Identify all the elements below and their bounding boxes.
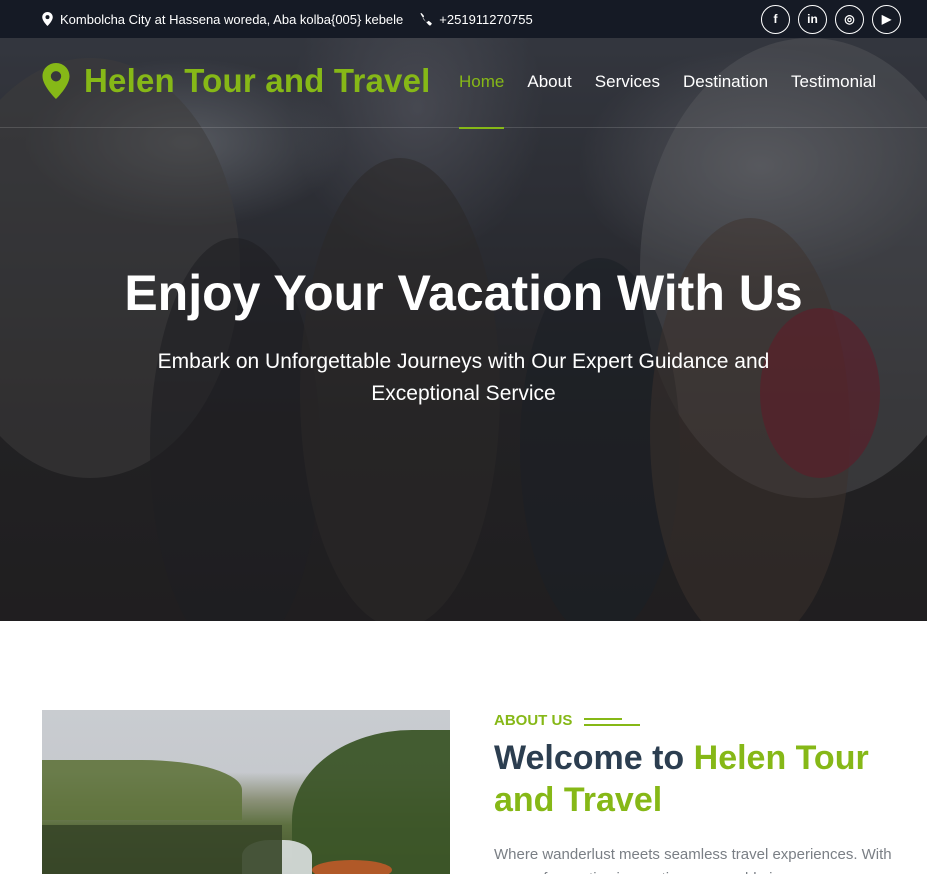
phone-item[interactable]: +251911270755 [419,11,533,27]
address-item: Kombolcha City at Hassena woreda, Aba ko… [42,12,403,27]
about-title: Welcome to Helen Tour and Travel [494,737,904,821]
linkedin-icon[interactable]: in [798,4,827,34]
brand-logo[interactable]: Helen Tour and Travel [42,62,431,100]
hero-subtitle: Embark on Unforgettable Journeys with Ou… [157,350,770,405]
social-links: f in ◎ ▶ [761,4,901,34]
about-description: Where wanderlust meets seamless travel e… [494,846,892,874]
about-title-prefix: Welcome to [494,739,694,777]
top-info-bar: Kombolcha City at Hassena woreda, Aba ko… [0,0,927,38]
address-text: Kombolcha City at Hassena woreda, Aba ko… [60,11,404,27]
about-section-label: ABOUT US [494,712,641,729]
nav-item-destination[interactable]: Destination [683,72,768,92]
map-marker-icon [42,63,70,99]
contact-info: Kombolcha City at Hassena woreda, Aba ko… [42,12,549,27]
nav-item-testimonial[interactable]: Testimonial [791,72,876,92]
youtube-icon[interactable]: ▶ [872,4,901,34]
nav-item-home[interactable]: Home [459,72,505,129]
label-decoration [584,716,641,726]
about-image [42,710,450,874]
main-navbar: Helen Tour and Travel Home About Service… [0,38,927,129]
hero-section: Helen Tour and Travel Home About Service… [0,38,927,621]
nav-menu: Home About Services Destination Testimon… [459,72,876,129]
phone-text: +251911270755 [439,11,533,27]
nav-item-about[interactable]: About [527,72,571,92]
phone-icon [420,12,433,26]
nav-item-services[interactable]: Services [595,72,660,92]
brand-name: Helen Tour and Travel [84,62,431,99]
hero-title: Enjoy Your Vacation With Us [124,265,803,321]
about-label-text: ABOUT US [494,712,573,729]
facebook-icon[interactable]: f [761,4,790,34]
map-marker-icon [42,12,53,26]
hero-text: Enjoy Your Vacation With Us Embark on Un… [0,262,927,410]
instagram-icon[interactable]: ◎ [835,4,864,34]
